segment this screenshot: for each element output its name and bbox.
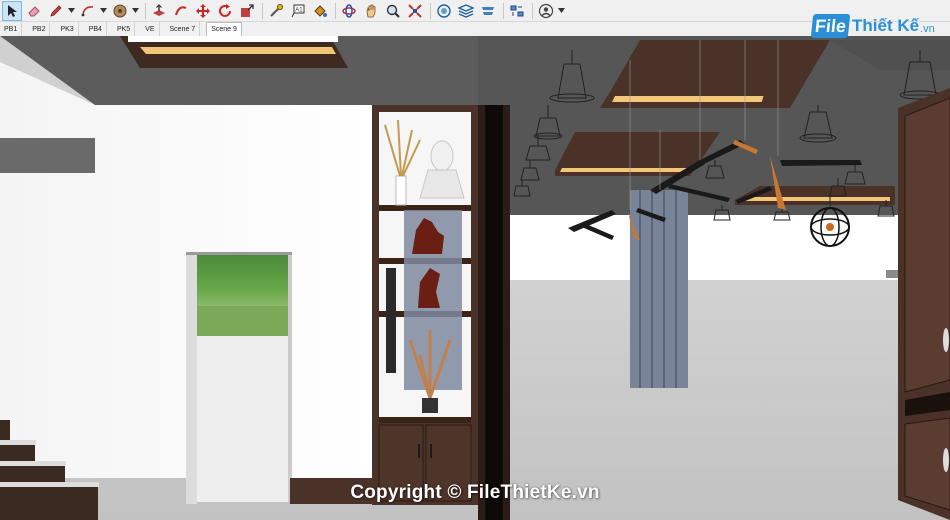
text-label-icon[interactable]: A1 bbox=[288, 1, 308, 21]
toolbar-separator bbox=[335, 2, 336, 19]
toolbar-separator bbox=[503, 2, 504, 19]
push-pull-icon[interactable] bbox=[149, 1, 169, 21]
layers-icon[interactable] bbox=[456, 1, 476, 21]
chevron-down-icon[interactable] bbox=[132, 1, 139, 21]
scene-tab-active[interactable]: Scene 9 bbox=[206, 22, 242, 36]
sandbox-icon[interactable] bbox=[434, 1, 454, 21]
scene-tab[interactable]: PB1 bbox=[0, 22, 23, 36]
garden-view bbox=[197, 254, 289, 314]
scale-icon[interactable] bbox=[237, 1, 257, 21]
account-icon[interactable] bbox=[536, 1, 556, 21]
scene-tab[interactable]: PB4 bbox=[85, 22, 107, 36]
main-toolbar: A1 bbox=[0, 0, 950, 22]
move-icon[interactable] bbox=[193, 1, 213, 21]
logo-tld: .vn bbox=[920, 22, 935, 35]
rotate-icon[interactable] bbox=[215, 1, 235, 21]
follow-me-icon[interactable] bbox=[171, 1, 191, 21]
toolbar-separator bbox=[262, 2, 263, 19]
chevron-down-icon[interactable] bbox=[100, 1, 107, 21]
circle-icon[interactable] bbox=[110, 1, 130, 21]
logo-box: File bbox=[810, 14, 851, 38]
select-icon[interactable] bbox=[2, 0, 22, 21]
styles-icon[interactable] bbox=[478, 1, 498, 21]
pencil-icon[interactable] bbox=[46, 1, 66, 21]
scene-tab[interactable]: PK5 bbox=[113, 22, 136, 36]
scene-tab[interactable]: PK3 bbox=[56, 22, 79, 36]
site-logo: File Thiết Kế .vn bbox=[810, 14, 935, 38]
svg-text:A1: A1 bbox=[295, 7, 303, 13]
toolbar-separator bbox=[430, 2, 431, 19]
wardrobe bbox=[898, 88, 950, 520]
scene-tabs: PB1 PB2 PK3 PB4 PK5 VE Scene 7 Scene 9 bbox=[0, 22, 950, 37]
display-cabinet bbox=[372, 105, 478, 505]
components-icon[interactable] bbox=[507, 1, 527, 21]
chevron-down-icon[interactable] bbox=[558, 1, 565, 21]
3d-viewport[interactable] bbox=[0, 36, 950, 520]
chevron-down-icon[interactable] bbox=[68, 1, 75, 21]
eraser-icon[interactable] bbox=[24, 1, 44, 21]
toolbar-separator bbox=[145, 2, 146, 19]
logo-name: Thiết Kế bbox=[852, 16, 920, 35]
tape-measure-icon[interactable] bbox=[266, 1, 286, 21]
paint-bucket-icon[interactable] bbox=[310, 1, 330, 21]
copyright-watermark: Copyright © FileThietKe.vn bbox=[350, 482, 600, 503]
arc-icon[interactable] bbox=[78, 1, 98, 21]
pan-icon[interactable] bbox=[361, 1, 381, 21]
orbit-icon[interactable] bbox=[339, 1, 359, 21]
wall-panel bbox=[0, 138, 95, 173]
scene-tab[interactable]: VE bbox=[141, 22, 160, 36]
scene-tab[interactable]: Scene 7 bbox=[166, 22, 201, 36]
zoom-icon[interactable] bbox=[383, 1, 403, 21]
ceiling-light-cove bbox=[735, 186, 895, 205]
zoom-extents-icon[interactable] bbox=[405, 1, 425, 21]
scene-tab[interactable]: PB2 bbox=[28, 22, 51, 36]
toolbar-separator bbox=[532, 2, 533, 19]
